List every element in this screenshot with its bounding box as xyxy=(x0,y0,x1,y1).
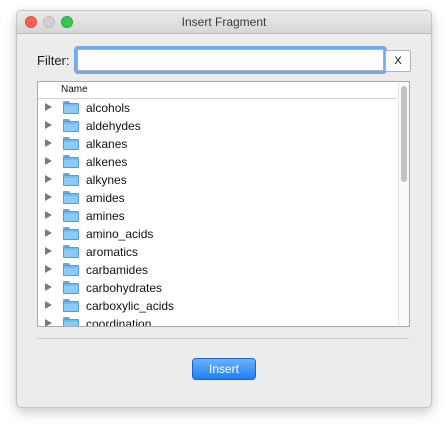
disclosure-triangle-icon[interactable] xyxy=(45,121,52,129)
folder-icon xyxy=(63,155,79,168)
tree-row[interactable]: aromatics xyxy=(38,243,397,261)
folder-icon xyxy=(63,191,79,204)
scrollbar-thumb[interactable] xyxy=(401,86,407,182)
tree-row[interactable]: aldehydes xyxy=(38,117,397,135)
tree-row-label: carbohydrates xyxy=(86,281,163,295)
tree-row-label: alkanes xyxy=(86,137,128,151)
tree-row-label: alkynes xyxy=(86,173,127,187)
folder-icon xyxy=(63,299,79,312)
disclosure-triangle-icon[interactable] xyxy=(45,283,52,291)
tree-row[interactable]: coordination xyxy=(38,315,397,327)
folder-icon xyxy=(63,137,79,150)
tree-row[interactable]: carboxylic_acids xyxy=(38,297,397,315)
disclosure-triangle-icon[interactable] xyxy=(45,247,52,255)
disclosure-triangle-icon[interactable] xyxy=(45,103,52,111)
tree-row[interactable]: alkanes xyxy=(38,135,397,153)
tree-header: Name xyxy=(38,82,397,99)
tree-row-label: alcohols xyxy=(86,101,131,115)
tree-row[interactable]: amides xyxy=(38,189,397,207)
folder-icon xyxy=(63,245,79,258)
folder-icon xyxy=(63,173,79,186)
disclosure-triangle-icon[interactable] xyxy=(45,139,52,147)
tree-rows: alcohols aldehydes alkanes alkenes alkyn xyxy=(38,99,397,327)
disclosure-triangle-icon[interactable] xyxy=(45,193,52,201)
filter-label: Filter: xyxy=(37,53,70,68)
disclosure-triangle-icon[interactable] xyxy=(45,157,52,165)
column-header-name[interactable]: Name xyxy=(61,84,88,95)
tree-row-label: amides xyxy=(86,191,125,205)
tree-row[interactable]: carbamides xyxy=(38,261,397,279)
tree-row[interactable]: alcohols xyxy=(38,99,397,117)
tree-row-label: aldehydes xyxy=(86,119,141,133)
vertical-scrollbar[interactable] xyxy=(398,82,409,326)
disclosure-triangle-icon[interactable] xyxy=(45,211,52,219)
tree-row[interactable]: alkynes xyxy=(38,171,397,189)
insert-button[interactable]: Insert xyxy=(192,358,256,380)
title-bar[interactable]: Insert Fragment xyxy=(17,11,431,34)
disclosure-triangle-icon[interactable] xyxy=(45,229,52,237)
folder-icon xyxy=(63,101,79,114)
disclosure-triangle-icon[interactable] xyxy=(45,175,52,183)
tree-row[interactable]: alkenes xyxy=(38,153,397,171)
tree-row[interactable]: amines xyxy=(38,207,397,225)
tree-row[interactable]: carbohydrates xyxy=(38,279,397,297)
tree-row-label: alkenes xyxy=(86,155,128,169)
disclosure-triangle-icon[interactable] xyxy=(45,319,52,326)
folder-icon xyxy=(63,119,79,132)
tree-row[interactable]: amino_acids xyxy=(38,225,397,243)
disclosure-triangle-icon[interactable] xyxy=(45,265,52,273)
folder-icon xyxy=(63,209,79,222)
disclosure-triangle-icon[interactable] xyxy=(45,301,52,309)
folder-icon xyxy=(63,281,79,294)
folder-icon xyxy=(63,227,79,240)
divider xyxy=(37,338,409,339)
tree-row-label: carbamides xyxy=(86,263,149,277)
window-title: Insert Fragment xyxy=(181,15,267,29)
clear-filter-button[interactable]: X xyxy=(385,50,411,72)
fragment-tree[interactable]: Name alcohols aldehydes alkanes alkenes … xyxy=(37,81,410,327)
insert-fragment-window: Insert Fragment Filter: X Name alcohols … xyxy=(16,10,432,408)
folder-icon xyxy=(63,317,79,326)
folder-icon xyxy=(63,263,79,276)
tree-row-label: amines xyxy=(86,209,125,223)
tree-row-label: carboxylic_acids xyxy=(86,299,175,313)
tree-row-label: coordination xyxy=(86,317,152,327)
tree-row-label: amino_acids xyxy=(86,227,154,241)
tree-row-label: aromatics xyxy=(86,245,139,259)
filter-input[interactable] xyxy=(74,46,387,74)
